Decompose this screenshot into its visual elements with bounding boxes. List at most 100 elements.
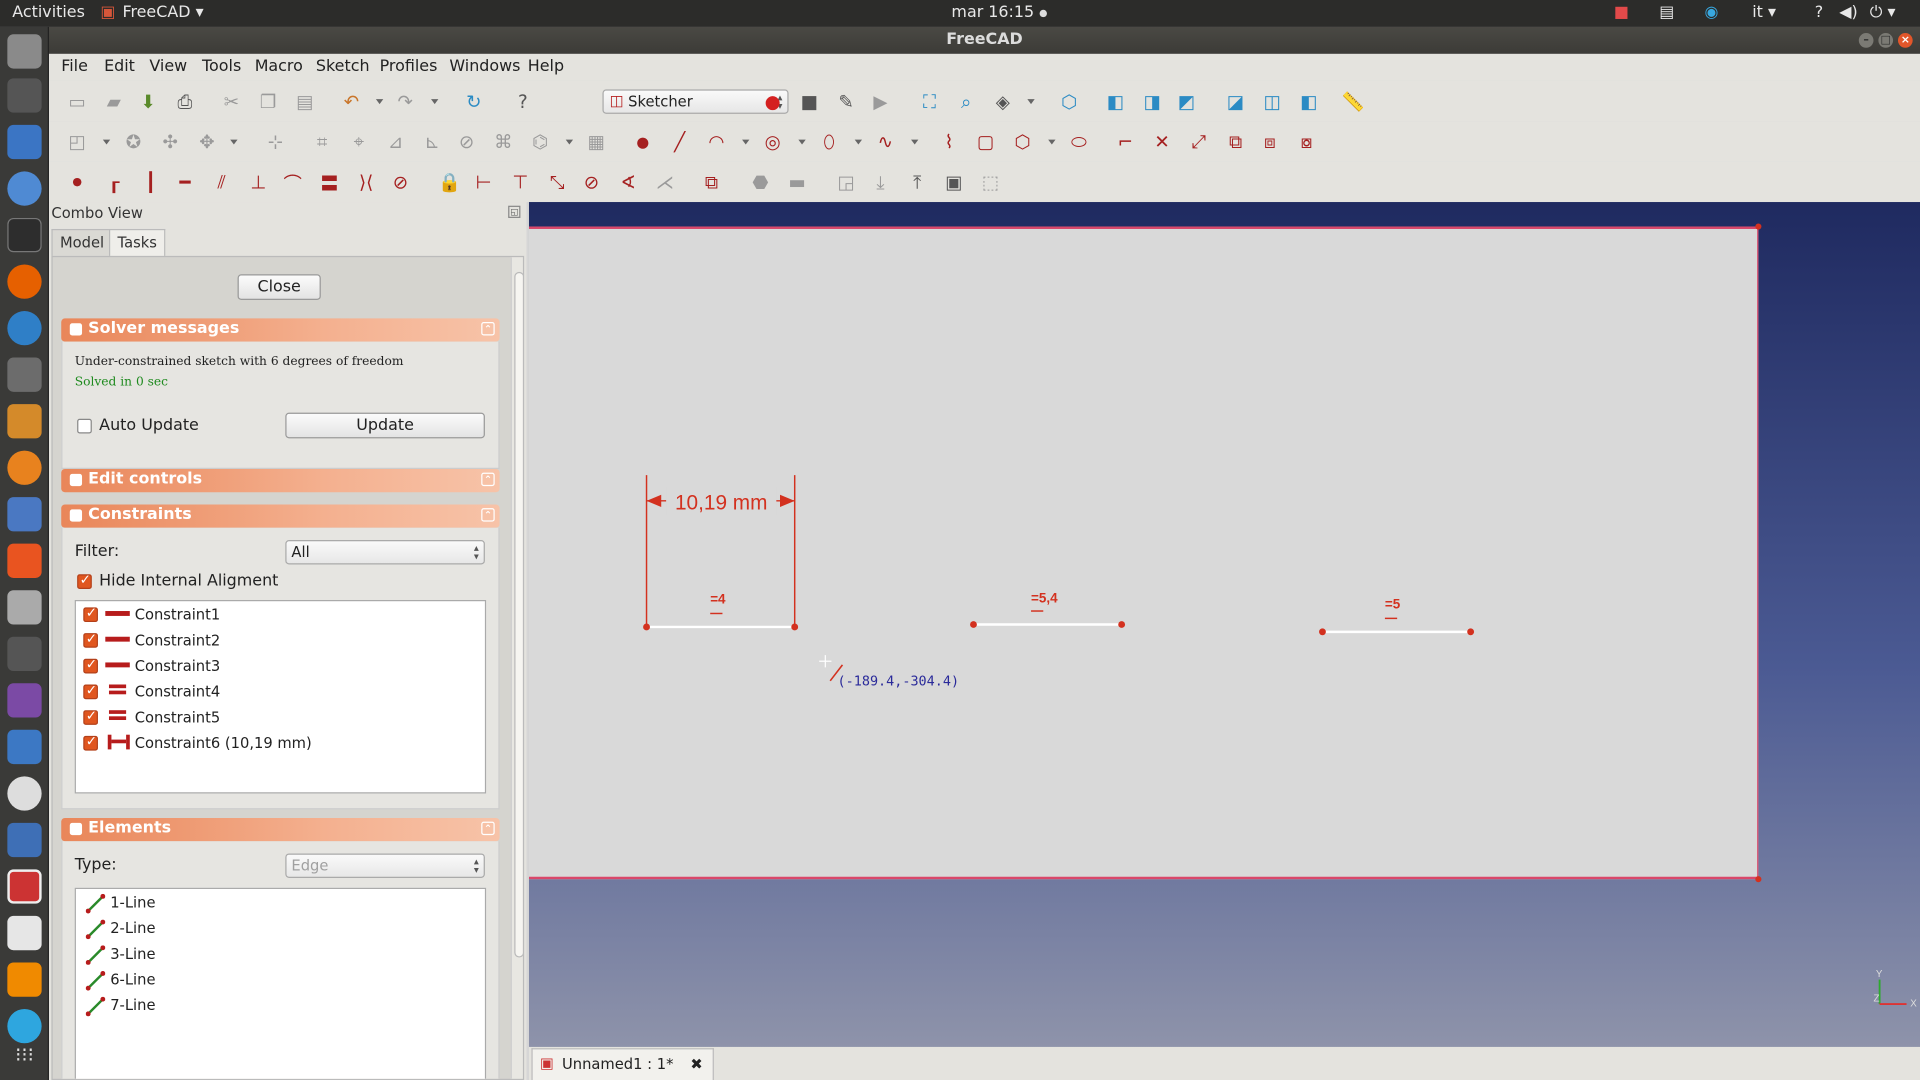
merge-sketch-icon[interactable]: ✣ (157, 129, 184, 156)
copy-icon[interactable]: ❐ (255, 88, 282, 115)
gimp-icon[interactable] (7, 357, 42, 392)
bspline-dropdown-icon[interactable] (911, 139, 919, 145)
constrain-coincident-icon[interactable]: ● (64, 169, 91, 196)
constrain-parallel-icon[interactable]: ⫽ (208, 169, 235, 196)
constraint-checkbox[interactable] (83, 631, 98, 648)
app-menu[interactable]: FreeCAD ▾ (122, 4, 203, 22)
close-tab-icon[interactable]: ✖ (690, 1056, 702, 1073)
arrows-app-icon[interactable] (7, 729, 42, 765)
element-row[interactable]: 6-Line (81, 967, 480, 993)
element-row[interactable]: 3-Line (81, 942, 480, 968)
chromium-icon[interactable] (7, 171, 42, 206)
view-isometric-icon[interactable]: ⬡ (1056, 88, 1083, 115)
hide-internal-checkbox[interactable] (77, 572, 92, 589)
power-icon[interactable]: ⏻ ▾ (1870, 4, 1896, 22)
constrain-angle-icon[interactable]: ∢ (615, 169, 642, 196)
screenshot-icon[interactable]: ▣ (940, 169, 967, 196)
constrain-equal-icon[interactable]: 〓 (316, 169, 343, 196)
filter-select[interactable]: All ▴ ▾ (285, 540, 485, 565)
fillet-tool-icon[interactable]: ⌐ (1112, 129, 1139, 156)
collapse-icon[interactable]: ⌃ (481, 472, 495, 487)
view-bottom-icon[interactable]: ◫ (1259, 88, 1286, 115)
sketch-vertex[interactable] (1118, 621, 1126, 628)
macro-run-icon[interactable]: ▶ (867, 88, 894, 115)
point-tool-icon[interactable]: ● (629, 129, 656, 156)
print-icon[interactable]: ⎙ (171, 88, 198, 115)
constrain-horizontal-distance-icon[interactable]: ⊢ (470, 169, 497, 196)
external-geometry-icon[interactable]: ⧉ (1222, 129, 1249, 156)
cut-icon[interactable]: ✂ (218, 88, 245, 115)
eye-app-icon[interactable] (7, 776, 42, 811)
part-folder-icon[interactable]: ▬ (784, 169, 811, 196)
scrollbar-thumb[interactable] (514, 271, 523, 958)
element-row[interactable]: 7-Line (81, 993, 480, 1019)
close-window-icon[interactable]: × (1897, 33, 1913, 48)
maximize-icon[interactable]: □ (1878, 33, 1894, 48)
elements-header[interactable]: Elements ⌃ (61, 817, 500, 842)
menu-profiles[interactable]: Profiles (380, 58, 438, 76)
sketch-vertex[interactable] (643, 623, 650, 631)
conic-tool-icon[interactable]: ⬯ (816, 129, 843, 156)
view-front-icon[interactable]: ◧ (1102, 88, 1129, 115)
element-row[interactable]: 1-Line (81, 890, 480, 916)
writer-icon[interactable] (7, 124, 42, 160)
draw-style-icon[interactable]: ◈ (989, 88, 1016, 115)
constraint-row[interactable]: Constraint5 (81, 705, 480, 731)
constraint-row[interactable]: Constraint2 (81, 628, 480, 654)
draw-icon[interactable] (7, 404, 42, 439)
constraint-checkbox[interactable] (83, 682, 98, 700)
select-origin-icon[interactable]: ⊹ (262, 129, 289, 156)
sketch-vertex[interactable] (791, 623, 799, 631)
part-cube-icon[interactable]: ⬚ (977, 169, 1004, 196)
part-design-icon[interactable]: ⬣ (747, 169, 774, 196)
record-icon[interactable]: ■ (1614, 4, 1629, 22)
auto-update-checkbox[interactable] (77, 418, 92, 434)
close-button[interactable]: Close (237, 274, 321, 301)
view-sketch-dropdown-icon[interactable] (102, 139, 111, 145)
inkscape-icon[interactable] (7, 78, 42, 113)
constraint-checkbox[interactable] (83, 605, 98, 623)
type-select[interactable]: Edge ▴ ▾ (285, 853, 485, 878)
constrain-vertical-icon[interactable]: ┃ (137, 169, 164, 196)
constraint-checkbox[interactable] (83, 708, 98, 725)
collapse-icon[interactable]: ⌃ (481, 508, 495, 522)
edit-controls-header[interactable]: Edit controls ⌃ (61, 468, 500, 493)
activities-button[interactable]: Activities (12, 4, 85, 22)
select-constraints-icon[interactable]: ⌗ (309, 129, 336, 156)
polygon-tool-icon[interactable]: ⬡ (1009, 129, 1036, 156)
equal-constraint-marker[interactable]: =5 (1385, 597, 1401, 612)
constrain-distance-icon[interactable]: ⤡ (544, 169, 571, 196)
rectangle-tool-icon[interactable]: ▢ (972, 129, 999, 156)
circle-tool-icon[interactable]: ◎ (759, 129, 786, 156)
symmetry-icon[interactable]: ⌘ (490, 129, 517, 156)
sketch-canvas[interactable]: 10,19 mm =4 =5,4 =5 (-189.4,-304.4) Y X … (529, 202, 1920, 1047)
extend-tool-icon[interactable]: ⤢ (1185, 129, 1212, 156)
export-icon[interactable]: ⤒ (904, 169, 931, 196)
line-tool-icon[interactable]: ╱ (666, 129, 693, 156)
constrain-vertical-distance-icon[interactable]: ⊤ (507, 169, 534, 196)
open-file-icon[interactable]: ▰ (100, 88, 127, 115)
view-right-icon[interactable]: ◩ (1173, 88, 1200, 115)
constrain-tangent-icon[interactable]: ⌒ (279, 169, 306, 196)
document-tab[interactable]: ▣ Unnamed1 : 1* ✖ (531, 1048, 714, 1080)
constrain-horizontal-icon[interactable]: ━ (171, 169, 198, 196)
constraint-row[interactable]: Constraint4 (81, 680, 480, 706)
fit-all-icon[interactable]: ⛶ (916, 88, 943, 115)
construction-mode-icon[interactable]: ⧇ (1293, 129, 1320, 156)
clipboard-icon[interactable]: ▤ (1659, 4, 1674, 22)
constraint-row[interactable]: Constraint1 (81, 602, 480, 628)
array-icon[interactable]: ▦ (583, 129, 610, 156)
constrain-lock-icon[interactable]: 🔒 (436, 169, 463, 196)
constraints-list[interactable]: Constraint1 Constraint2 Constraint3 (74, 600, 487, 794)
vlc-icon[interactable] (7, 962, 42, 997)
undock-icon[interactable]: ◱ (508, 205, 521, 218)
block-constraint-icon[interactable]: ⊘ (387, 169, 414, 196)
redo-dropdown-icon[interactable] (431, 99, 439, 105)
toggle-construction-icon[interactable]: ⊘ (453, 129, 480, 156)
sketch-vertex[interactable] (970, 621, 977, 628)
bspline-tool-icon[interactable]: ∿ (872, 129, 899, 156)
menu-view[interactable]: View (149, 58, 187, 76)
text-editor-icon[interactable] (7, 915, 42, 951)
macro-stop-icon[interactable]: ■ (796, 88, 823, 115)
constrain-radius-icon[interactable]: ⊘ (578, 169, 605, 196)
